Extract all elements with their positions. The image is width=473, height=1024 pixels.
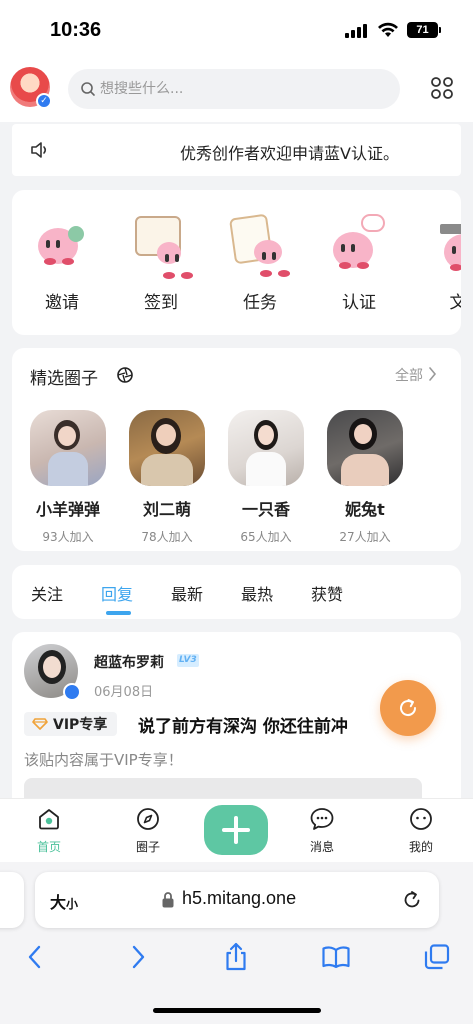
share-icon[interactable]: [221, 942, 251, 972]
diamond-icon: [32, 718, 48, 730]
quick-entry-label: 任务: [243, 293, 277, 313]
circle-member-count: 93人加入: [42, 530, 94, 544]
nav-label: 首页: [36, 840, 61, 854]
kirby-checkin-icon: [129, 210, 193, 279]
circle-member-count: 78人加入: [141, 530, 193, 544]
home-icon: [39, 809, 59, 830]
chat-icon: [310, 808, 334, 830]
circle-name: 妮兔t: [345, 500, 385, 519]
notice-bar[interactable]: 优秀创作者欢迎申请蓝V认证。: [12, 124, 461, 176]
quick-entry-label: 认证: [342, 293, 376, 313]
create-post-button[interactable]: [204, 805, 268, 855]
post-title[interactable]: 说了前方有深沟 你还往前冲: [138, 712, 348, 737]
quick-entry-task[interactable]: 任务: [220, 210, 300, 313]
vip-badge: VIP专享: [24, 712, 118, 736]
speaker-icon: [31, 142, 47, 158]
view-all-link[interactable]: 全部: [395, 365, 423, 385]
author-name[interactable]: 超蓝布罗莉: [94, 652, 164, 672]
verified-badge-icon: [63, 683, 81, 701]
quick-entries: 邀请 签到 任务 认证 文: [12, 190, 461, 335]
status-bar: 10:36 71: [0, 0, 473, 60]
nav-profile[interactable]: 我的: [391, 807, 451, 855]
kirby-verify-icon: [327, 210, 391, 274]
post-description: 该贴内容属于VIP专享！: [24, 751, 183, 769]
reload-icon[interactable]: [401, 889, 423, 911]
circle-item[interactable]: 刘二萌 78人加入: [127, 410, 207, 545]
nav-label: 消息: [309, 840, 334, 854]
tab-reply[interactable]: 回复: [101, 581, 133, 605]
level-text: LV3: [179, 655, 197, 665]
circle-member-count: 65人加入: [240, 530, 292, 544]
quick-entry-invite[interactable]: 邀请: [22, 210, 102, 313]
battery-icon: 71: [407, 22, 441, 38]
bottom-navigation: 首页 圈子 消息 我的: [0, 798, 473, 862]
url-text[interactable]: h5.mitang.one: [182, 888, 296, 909]
tab-follow[interactable]: 关注: [31, 581, 63, 605]
active-tab-indicator: [106, 611, 131, 615]
aperture-icon: [117, 367, 133, 383]
tabs-icon[interactable]: [422, 942, 452, 972]
home-indicator: [153, 1008, 321, 1013]
quick-entry-label: 签到: [144, 293, 178, 313]
refresh-button[interactable]: [380, 680, 436, 736]
circle-name: 小羊弹弹: [35, 500, 100, 519]
nav-label: 圈子: [135, 840, 160, 854]
tab-hottest[interactable]: 最热: [241, 581, 273, 605]
quick-entry-label: 邀请: [45, 293, 79, 313]
search-icon: [81, 82, 95, 96]
search-bar[interactable]: [68, 69, 400, 109]
featured-circles: 精选圈子 全部 小羊弹弹 93人加入 刘二萌 78人加入 一只香 65人加入 妮…: [12, 348, 461, 551]
nav-label: 我的: [408, 840, 433, 854]
nav-messages[interactable]: 消息: [292, 807, 352, 855]
bookmarks-icon[interactable]: [321, 942, 351, 972]
circle-name: 一只香: [241, 500, 290, 519]
circle-member-count: 27人加入: [339, 530, 391, 544]
nav-circles[interactable]: 圈子: [118, 807, 178, 855]
quick-entry-label: 文: [449, 293, 462, 313]
circle-cover: [327, 410, 403, 486]
browser-toolbar: 大小 h5.mitang.one: [0, 862, 473, 1024]
circle-item[interactable]: 一只香 65人加入: [226, 410, 306, 545]
lock-icon: [162, 892, 174, 908]
previous-tab-preview[interactable]: [0, 872, 24, 928]
text-size-small-label: 小: [66, 897, 79, 911]
back-icon[interactable]: [20, 942, 50, 972]
tab-latest[interactable]: 最新: [171, 581, 203, 605]
circle-item[interactable]: 小羊弹弹 93人加入: [28, 410, 108, 545]
app-header: ✓: [0, 60, 473, 122]
circle-item[interactable]: 妮兔t 27人加入: [325, 410, 405, 545]
chevron-right-icon[interactable]: [428, 367, 437, 381]
circle-cover: [30, 410, 106, 486]
grid-menu-icon[interactable]: [430, 76, 454, 100]
cellular-signal-icon: [345, 24, 367, 38]
profile-face-icon: [410, 808, 432, 830]
circle-cover: [228, 410, 304, 486]
search-input[interactable]: [100, 69, 390, 109]
post-date: 06月08日: [94, 685, 154, 700]
status-time: 10:36: [50, 19, 102, 41]
wifi-icon: [378, 22, 398, 37]
refresh-icon: [400, 699, 417, 717]
level-badge: LV3: [177, 654, 199, 667]
notice-text: 优秀创作者欢迎申请蓝V认证。: [180, 144, 399, 163]
forward-icon[interactable]: [123, 942, 153, 972]
section-title: 精选圈子: [30, 369, 98, 389]
quick-entry-article[interactable]: 文: [418, 210, 461, 313]
kirby-article-icon: [426, 210, 461, 274]
text-size-button[interactable]: 大小: [50, 889, 78, 913]
quick-entry-verify[interactable]: 认证: [319, 210, 399, 313]
circle-name: 刘二萌: [142, 500, 191, 519]
kirby-task-icon: [228, 210, 292, 277]
address-bar[interactable]: 大小 h5.mitang.one: [35, 872, 439, 928]
vip-badge-text: VIP专享: [53, 717, 108, 733]
nav-home[interactable]: 首页: [19, 807, 79, 855]
text-size-large-label: 大: [50, 893, 67, 912]
tab-liked[interactable]: 获赞: [311, 581, 343, 605]
feed-tabs: 关注 回复 最新 最热 获赞: [12, 565, 461, 619]
compass-icon: [137, 808, 159, 830]
quick-entry-checkin[interactable]: 签到: [121, 210, 201, 313]
kirby-invite-icon: [30, 210, 94, 274]
circle-cover: [129, 410, 205, 486]
verified-badge-icon: ✓: [36, 93, 52, 109]
